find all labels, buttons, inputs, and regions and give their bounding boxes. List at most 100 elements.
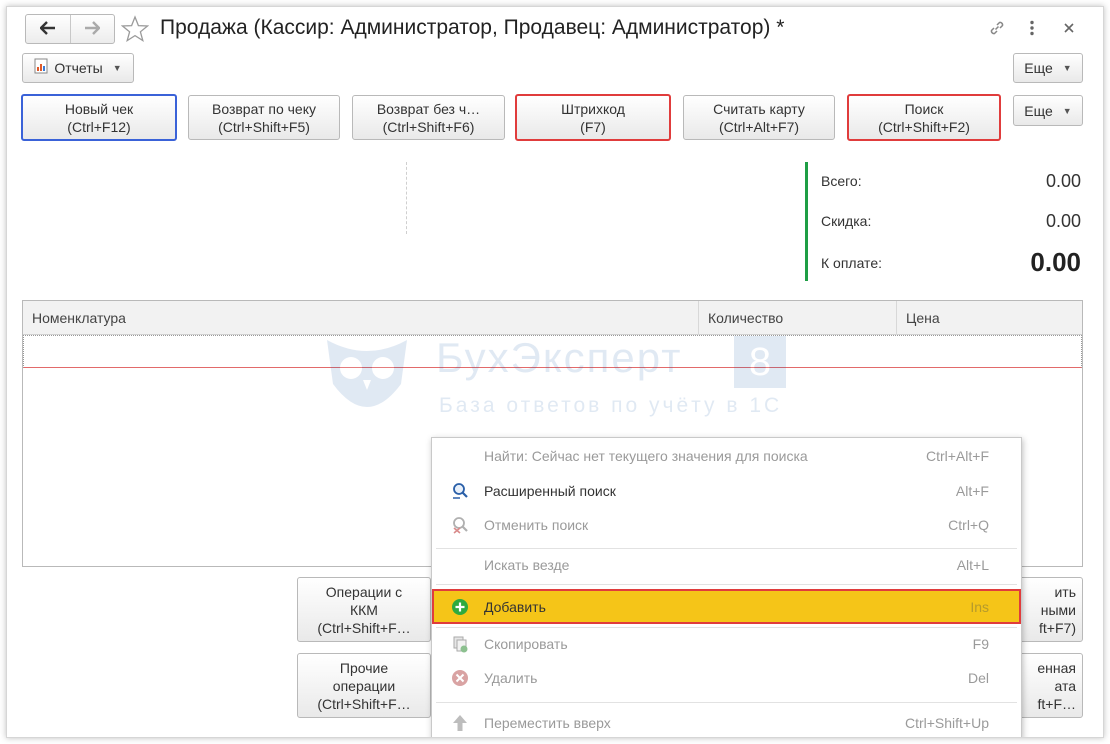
- more-vertical-icon[interactable]: [1021, 17, 1043, 39]
- copy-icon: [450, 634, 470, 654]
- button-label: Новый чек: [64, 100, 134, 117]
- context-menu: Найти: Сейчас нет текущего значения для …: [431, 437, 1022, 737]
- button-shortcut: (Ctrl+F12): [67, 118, 131, 135]
- menu-item-label: Искать везде: [484, 557, 570, 573]
- window-title: Продажа (Кассир: Администратор, Продавец…: [160, 16, 785, 39]
- arrow-right-icon: [84, 20, 101, 38]
- pay-value: 0.00: [1030, 247, 1081, 277]
- search-button[interactable]: Поиск (Ctrl+Shift+F2): [847, 94, 1001, 141]
- watermark: БухЭксперт 8 База ответов по учёту в 1С: [321, 334, 801, 424]
- menu-item-shortcut: F9: [972, 636, 989, 652]
- button-shortcut: ft+F7): [1039, 619, 1076, 636]
- menu-item-label: Добавить: [484, 598, 546, 615]
- forward-button[interactable]: [69, 15, 115, 43]
- button-label: операции: [332, 677, 396, 694]
- nav-buttons: [25, 14, 115, 44]
- menu-item-label: Удалить: [484, 670, 538, 686]
- total-label: Всего:: [821, 173, 862, 189]
- button-label: Операции с: [325, 583, 403, 600]
- menu-separator: [436, 584, 1017, 585]
- button-label: Возврат по чеку: [211, 100, 316, 117]
- kkm-operations-button[interactable]: Операции с ККМ (Ctrl+Shift+F…: [297, 577, 431, 642]
- menu-item-search-everywhere[interactable]: Искать везде Alt+L: [432, 549, 1021, 581]
- reports-button[interactable]: Отчеты ▼: [22, 53, 134, 83]
- button-shortcut: (Ctrl+Alt+F7): [718, 118, 800, 135]
- button-label: ККМ: [350, 601, 378, 618]
- report-icon: [34, 58, 48, 78]
- return-by-receipt-button[interactable]: Возврат по чеку (Ctrl+Shift+F5): [188, 95, 340, 140]
- watermark-tagline: База ответов по учёту в 1С: [439, 394, 783, 417]
- button-shortcut: (Ctrl+Shift+F5): [218, 118, 310, 135]
- menu-item-copy[interactable]: Скопировать F9: [432, 628, 1021, 660]
- other-operations-button[interactable]: Прочие операции (Ctrl+Shift+F…: [297, 653, 431, 718]
- watermark-brand: БухЭксперт: [436, 334, 683, 381]
- menu-item-add[interactable]: Добавить Ins: [432, 589, 1021, 624]
- chevron-down-icon: ▼: [112, 63, 122, 73]
- button-label: Штрихкод: [561, 100, 625, 117]
- more-label-top: Еще: [1024, 60, 1053, 76]
- menu-item-move-up[interactable]: Переместить вверх Ctrl+Shift+Up: [432, 707, 1021, 737]
- watermark-digit: 8: [734, 336, 786, 388]
- close-icon[interactable]: [1058, 17, 1080, 39]
- button-label: Считать карту: [713, 100, 805, 117]
- menu-item-cancel-search[interactable]: Отменить поиск Ctrl+Q: [432, 509, 1021, 541]
- delete-icon: [450, 668, 470, 688]
- add-icon: [450, 597, 470, 617]
- button-shortcut: ft+F…: [1037, 695, 1076, 712]
- reports-label: Отчеты: [54, 60, 103, 76]
- total-value: 0.00: [1045, 171, 1081, 191]
- menu-item-shortcut: Ctrl+Q: [948, 517, 989, 533]
- menu-item-label: Расширенный поиск: [484, 483, 616, 499]
- read-card-button[interactable]: Считать карту (Ctrl+Alt+F7): [683, 95, 835, 140]
- menu-item-shortcut: Ins: [970, 598, 989, 615]
- chevron-down-icon: ▼: [1062, 105, 1072, 116]
- totals-accent-bar: [805, 162, 808, 281]
- pay-label: К оплате:: [821, 255, 882, 271]
- menu-item-label: Переместить вверх: [484, 715, 611, 731]
- back-button[interactable]: [26, 15, 70, 43]
- button-label: Прочие: [339, 659, 389, 676]
- divider: [406, 162, 407, 234]
- more-button[interactable]: Еще ▼: [1013, 95, 1083, 126]
- return-without-receipt-button[interactable]: Возврат без ч… (Ctrl+Shift+F6): [352, 95, 505, 140]
- chevron-down-icon: ▼: [1062, 63, 1072, 73]
- menu-item-label: Найти: Сейчас нет текущего значения для …: [484, 448, 808, 464]
- new-receipt-button[interactable]: Новый чек (Ctrl+F12): [21, 94, 177, 141]
- button-shortcut: (F7): [580, 118, 606, 135]
- discount-value: 0.00: [1045, 211, 1081, 231]
- column-header-nomenclature[interactable]: Номенклатура: [23, 301, 699, 335]
- menu-item-shortcut: Alt+F: [955, 483, 989, 499]
- arrow-up-icon: [450, 713, 470, 733]
- menu-item-find[interactable]: Найти: Сейчас нет текущего значения для …: [432, 440, 1021, 472]
- link-icon[interactable]: [986, 17, 1008, 39]
- more-button-top[interactable]: Еще ▼: [1013, 53, 1083, 83]
- button-shortcut: (Ctrl+Shift+F6): [382, 118, 475, 135]
- owl-logo-icon: [321, 334, 413, 425]
- menu-item-shortcut: Del: [967, 670, 989, 686]
- menu-item-shortcut: Alt+L: [956, 557, 989, 573]
- button-label: енная: [1037, 659, 1076, 676]
- menu-item-label: Отменить поиск: [484, 517, 589, 533]
- menu-item-advanced-search[interactable]: Расширенный поиск Alt+F: [432, 475, 1021, 507]
- menu-item-shortcut: Ctrl+Shift+Up: [904, 715, 989, 731]
- discount-label: Скидка:: [821, 213, 872, 229]
- button-label: ата: [1054, 677, 1076, 694]
- menu-separator: [436, 702, 1017, 703]
- button-label: ить: [1054, 583, 1076, 600]
- table-header: Номенклатура Количество Цена: [23, 301, 1082, 335]
- column-header-quantity[interactable]: Количество: [699, 301, 897, 335]
- menu-item-label: Скопировать: [484, 636, 568, 652]
- button-shortcut: (Ctrl+Shift+F…: [317, 695, 411, 712]
- sale-window: Продажа (Кассир: Администратор, Продавец…: [6, 6, 1104, 738]
- arrow-left-icon: [39, 20, 56, 38]
- button-label: Поиск: [904, 100, 944, 117]
- favorite-star-icon[interactable]: [120, 15, 150, 46]
- button-label: Возврат без ч…: [376, 100, 481, 117]
- barcode-button[interactable]: Штрихкод (F7): [515, 94, 671, 141]
- menu-item-shortcut: Ctrl+Alt+F: [925, 448, 989, 464]
- search-icon: [450, 481, 470, 501]
- column-header-price[interactable]: Цена: [897, 301, 1082, 335]
- button-shortcut: (Ctrl+Shift+F…: [317, 619, 411, 636]
- menu-item-delete[interactable]: Удалить Del: [432, 662, 1021, 694]
- button-shortcut: (Ctrl+Shift+F2): [878, 118, 970, 135]
